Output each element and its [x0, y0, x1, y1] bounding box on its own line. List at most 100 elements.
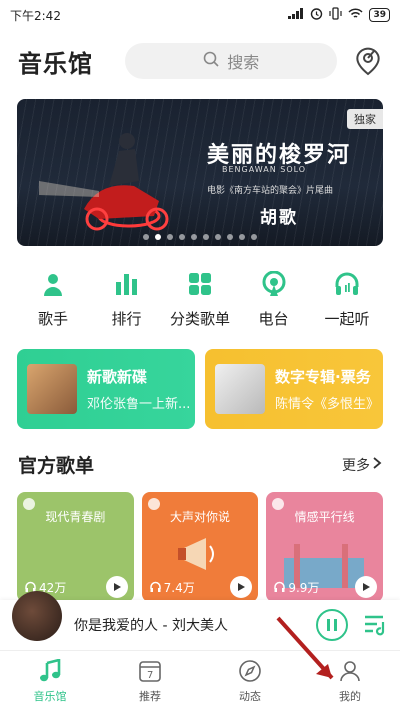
status-time: 下午2:42 — [10, 8, 61, 23]
playlist-play-button[interactable] — [230, 576, 253, 598]
headphones-icon — [333, 270, 361, 298]
category-label: 一起听 — [324, 310, 370, 328]
category-label: 电台 — [258, 310, 289, 328]
tab-label: 动态 — [239, 690, 261, 703]
category-icon — [186, 270, 214, 298]
bottom-tab-bar: 音乐馆 7 推荐 动态 我的 — [0, 650, 400, 711]
playlist-name: 现代青春剧 — [45, 510, 106, 524]
promo-subtitle: 陈情令《多恨生》 — [275, 397, 380, 412]
radio-icon — [260, 270, 288, 298]
singer-icon — [39, 270, 67, 298]
play-icon — [238, 583, 246, 591]
status-icons: 39 — [288, 7, 390, 23]
play-icon — [113, 583, 121, 591]
carousel-dot[interactable] — [239, 234, 245, 240]
chart-icon — [113, 270, 141, 298]
pause-button[interactable] — [316, 609, 348, 641]
vibrate-icon — [329, 7, 343, 23]
section-title: 官方歌单 — [18, 455, 95, 477]
carousel-dot[interactable] — [251, 234, 257, 240]
chevron-right-icon — [372, 456, 382, 473]
carousel-dot[interactable] — [143, 234, 149, 240]
category-label: 分类歌单 — [169, 310, 230, 328]
alarm-icon — [310, 7, 323, 23]
calendar-icon: 7 — [137, 658, 163, 684]
battery-indicator: 39 — [369, 8, 390, 22]
playlist-card[interactable]: 大声对你说 7.4万 — [141, 492, 259, 602]
mini-player[interactable]: 你是我爱的人 - 刘大美人 — [0, 591, 400, 650]
playlist-play-button[interactable] — [105, 576, 128, 598]
exclusive-badge: 独家 — [347, 109, 383, 129]
tab-feed[interactable]: 动态 — [210, 658, 290, 704]
signal-icon — [288, 8, 304, 22]
playlist-card[interactable]: 现代青春剧 42万 — [17, 492, 134, 602]
now-playing-cover[interactable] — [12, 591, 62, 641]
tab-mine[interactable]: 我的 — [310, 658, 390, 704]
section-header: 官方歌单 更多 — [0, 451, 400, 478]
page-title: 音乐馆 — [18, 49, 93, 78]
category-row: 歌手 排行 分类歌单 电台 一起听 — [0, 270, 400, 329]
promo-row: 新歌新碟 邓伦张鲁一上新... 数字专辑·票务 陈情令《多恨生》 — [0, 349, 400, 429]
playlist-card[interactable]: 情感平行线 9.9万 — [266, 492, 384, 602]
carousel-dot[interactable] — [203, 234, 209, 240]
playlist-name: 情感平行线 — [294, 510, 355, 524]
search-input[interactable]: 搜索 — [125, 43, 338, 79]
carousel-indicator[interactable] — [17, 234, 383, 240]
tab-label: 我的 — [339, 690, 361, 703]
playlist-play-button[interactable] — [355, 576, 378, 598]
banner-carousel[interactable]: 独家 美丽的梭罗河 BENGAWAN SOLO 电影《南方车站的聚会》片尾曲 胡… — [17, 99, 383, 246]
promo-text: 新歌新碟 邓伦张鲁一上新... — [87, 366, 195, 412]
headphones-small-icon — [149, 581, 161, 595]
carousel-dot[interactable] — [191, 234, 197, 240]
category-chart[interactable]: 排行 — [94, 270, 160, 329]
tab-label: 音乐馆 — [33, 690, 67, 703]
category-listen-together[interactable]: 一起听 — [314, 270, 380, 329]
promo-digital-album[interactable]: 数字专辑·票务 陈情令《多恨生》 — [205, 349, 383, 429]
more-link[interactable]: 更多 — [342, 455, 382, 475]
banner-artist: 胡歌 — [260, 208, 298, 228]
carousel-dot[interactable] — [227, 234, 233, 240]
banner-subtitle: BENGAWAN SOLO — [222, 165, 307, 174]
header: 音乐馆 搜索 — [0, 30, 400, 92]
tab-recommend[interactable]: 7 推荐 — [110, 658, 190, 704]
playlist-play-count: 9.9万 — [274, 579, 319, 596]
wifi-icon — [348, 7, 364, 23]
radar-icon — [355, 47, 380, 76]
promo-subtitle: 邓伦张鲁一上新... — [87, 397, 191, 412]
category-radio[interactable]: 电台 — [241, 270, 307, 329]
search-icon — [203, 51, 219, 71]
music-note-icon — [37, 658, 63, 684]
category-singer[interactable]: 歌手 — [20, 270, 86, 329]
status-bar: 下午2:42 39 — [0, 0, 400, 30]
playlist-row: 现代青春剧 42万 大声对你说 7.4万 情感平行线 9.9万 — [0, 492, 400, 602]
playlist-count-text: 9.9万 — [288, 581, 320, 595]
carousel-dot[interactable] — [155, 234, 161, 240]
playlist-play-count: 7.4万 — [149, 579, 195, 596]
play-icon — [363, 583, 371, 591]
promo-thumbnail — [27, 364, 77, 414]
playlist-queue-button[interactable] — [362, 612, 388, 638]
app-root: 下午2:42 39 音乐馆 搜索 独家 美丽的梭罗河 BENGAWAN SOLO… — [0, 0, 400, 711]
category-label: 歌手 — [37, 310, 68, 328]
megaphone-image — [177, 538, 214, 570]
compass-icon — [237, 658, 263, 684]
pause-icon — [327, 619, 337, 631]
promo-text: 数字专辑·票务 陈情令《多恨生》 — [275, 366, 383, 412]
now-playing-title[interactable]: 你是我爱的人 - 刘大美人 — [74, 615, 316, 635]
more-label: 更多 — [342, 457, 370, 474]
person-icon — [337, 658, 363, 684]
banner-description: 电影《南方车站的聚会》片尾曲 — [207, 186, 334, 196]
carousel-dot[interactable] — [179, 234, 185, 240]
promo-new-songs[interactable]: 新歌新碟 邓伦张鲁一上新... — [17, 349, 195, 429]
svg-text:7: 7 — [147, 670, 153, 681]
carousel-dot[interactable] — [215, 234, 221, 240]
queue-icon — [365, 615, 385, 636]
tab-music-hall[interactable]: 音乐馆 — [10, 658, 90, 704]
carousel-dot[interactable] — [167, 234, 173, 240]
tab-label: 推荐 — [139, 690, 161, 703]
banner-motorbike-image — [39, 133, 169, 231]
promo-thumbnail — [215, 364, 265, 414]
category-label: 排行 — [111, 310, 142, 328]
recognize-music-button[interactable] — [353, 46, 382, 76]
category-playlists[interactable]: 分类歌单 — [167, 270, 233, 329]
